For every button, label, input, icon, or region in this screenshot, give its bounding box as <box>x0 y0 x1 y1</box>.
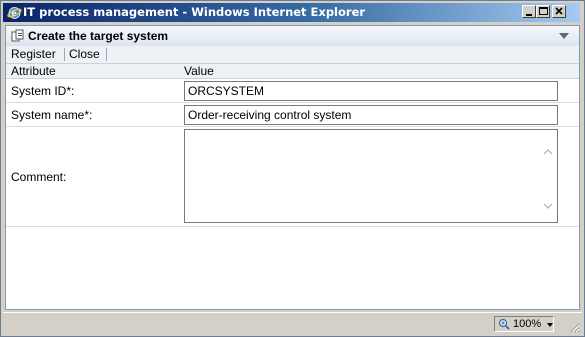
toolbar: Register Close <box>6 46 579 64</box>
toolbar-divider <box>106 48 107 61</box>
comment-textarea[interactable] <box>184 129 558 223</box>
page-title: Create the target system <box>28 29 169 43</box>
browser-window: e IT process management - Windows Intern… <box>0 0 585 337</box>
maximize-icon <box>539 7 548 15</box>
scroll-down-icon <box>543 203 553 209</box>
zoom-control[interactable]: 100% <box>494 316 554 332</box>
table-header: Attribute Value <box>6 64 579 79</box>
page-header: Create the target system <box>6 26 579 46</box>
collapse-arrow-icon[interactable] <box>559 33 569 39</box>
table-row: Comment: <box>6 127 579 227</box>
column-header-value: Value <box>184 64 214 78</box>
close-window-button[interactable] <box>552 5 566 18</box>
system-name-input[interactable] <box>184 105 558 125</box>
close-button[interactable]: Close <box>69 47 100 61</box>
table-row: System name*: <box>6 103 579 127</box>
minimize-button[interactable] <box>522 5 536 18</box>
svg-text:e: e <box>12 8 17 18</box>
page-content: Create the target system Register Close … <box>5 25 580 310</box>
textarea-scrollbar[interactable] <box>540 130 556 222</box>
page-icon <box>11 29 24 42</box>
toolbar-divider <box>64 48 65 61</box>
status-bar: 100% <box>3 312 582 335</box>
close-icon <box>555 7 563 15</box>
ie-icon: e <box>7 7 22 19</box>
table-row: System ID*: <box>6 79 579 103</box>
chevron-down-icon[interactable] <box>547 323 553 327</box>
comment-label: Comment: <box>11 170 67 184</box>
column-header-attribute: Attribute <box>11 64 56 78</box>
window-title: IT process management - Windows Internet… <box>23 5 366 19</box>
system-name-label: System name*: <box>11 108 93 122</box>
scroll-up-icon <box>543 149 553 155</box>
register-button[interactable]: Register <box>11 47 56 61</box>
resize-grip-icon[interactable] <box>568 321 580 333</box>
system-id-label: System ID*: <box>11 84 75 98</box>
maximize-button[interactable] <box>536 5 550 18</box>
zoom-icon <box>498 318 510 330</box>
system-id-input[interactable] <box>184 81 558 101</box>
minimize-icon <box>526 14 532 16</box>
title-bar: e IT process management - Windows Intern… <box>3 3 580 22</box>
zoom-level: 100% <box>513 318 542 330</box>
